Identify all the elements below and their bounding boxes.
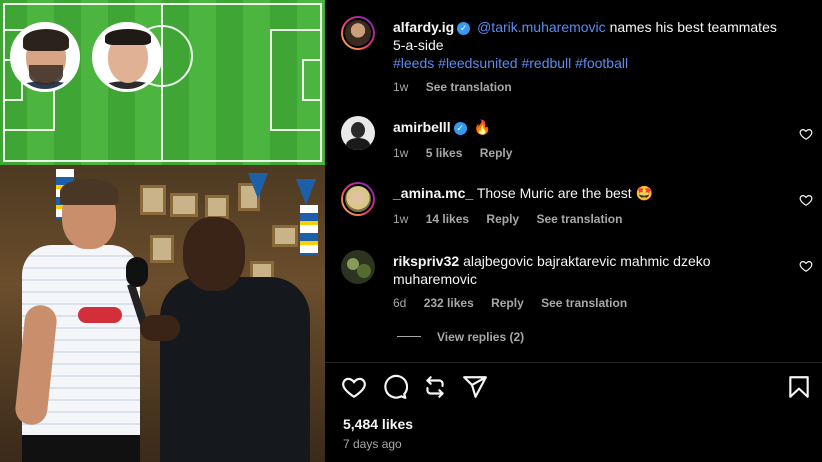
comment-username[interactable]: rikspriv32 bbox=[393, 253, 459, 269]
comment-like-heart-icon[interactable] bbox=[799, 127, 813, 141]
post-date: 7 days ago bbox=[343, 437, 402, 451]
comment-username[interactable]: amirbelll bbox=[393, 119, 451, 135]
comment-icon[interactable] bbox=[382, 374, 408, 400]
see-translation-link[interactable]: See translation bbox=[426, 80, 512, 94]
comment-meta: 6d 232 likes Reply See translation bbox=[393, 296, 641, 310]
reply-button[interactable]: Reply bbox=[486, 212, 519, 226]
bookmark-icon[interactable] bbox=[786, 374, 812, 400]
author-avatar[interactable] bbox=[341, 16, 375, 50]
comment-row: amirbelll ✓ 🔥 bbox=[393, 118, 783, 136]
microphone bbox=[126, 257, 148, 287]
comment-text: Those Muric are the best 🤩 bbox=[476, 185, 653, 201]
hashtag-link[interactable]: #leedsunited bbox=[438, 55, 517, 71]
reply-button[interactable]: Reply bbox=[491, 296, 524, 310]
hashtag-link[interactable]: #football bbox=[575, 55, 628, 71]
hashtag-link[interactable]: #redbull bbox=[521, 55, 571, 71]
comment-username[interactable]: _amina.mc_ bbox=[393, 185, 473, 201]
heart-icon[interactable] bbox=[341, 374, 367, 400]
hashtag-link[interactable]: #leeds bbox=[393, 55, 434, 71]
interview-photo bbox=[0, 165, 325, 462]
comment-meta: 1w 14 likes Reply See translation bbox=[393, 212, 636, 226]
comment-row: _amina.mc_ Those Muric are the best 🤩 bbox=[393, 184, 783, 202]
comment-likes[interactable]: 14 likes bbox=[426, 212, 469, 226]
comment-like-heart-icon[interactable] bbox=[799, 259, 813, 273]
comment-time: 6d bbox=[393, 296, 407, 310]
view-replies-button[interactable]: View replies (2) bbox=[397, 330, 524, 344]
commenter-avatar[interactable] bbox=[341, 182, 375, 216]
post-media[interactable] bbox=[0, 0, 325, 462]
comment-likes[interactable]: 232 likes bbox=[424, 296, 474, 310]
comment-time: 1w bbox=[393, 146, 409, 160]
commenter-avatar[interactable] bbox=[341, 116, 375, 150]
comment-meta: 1w 5 likes Reply bbox=[393, 146, 526, 160]
post-caption: alfardy.ig ✓ @tarik.muharemovic names his… bbox=[393, 18, 793, 72]
player-photo-1 bbox=[10, 22, 80, 92]
author-username[interactable]: alfardy.ig bbox=[393, 19, 454, 35]
see-translation-link[interactable]: See translation bbox=[541, 296, 627, 310]
commenter-avatar[interactable] bbox=[341, 250, 375, 284]
caption-time: 1w bbox=[393, 80, 409, 94]
comment-row: rikspriv32 alajbegovic bajraktarevic mah… bbox=[393, 252, 783, 288]
caption-meta: 1w See translation bbox=[393, 80, 526, 94]
caption-mention[interactable]: @tarik.muharemovic bbox=[477, 19, 606, 35]
replies-line bbox=[397, 336, 421, 337]
actions-divider bbox=[325, 362, 822, 363]
send-icon[interactable] bbox=[462, 374, 488, 400]
verified-badge-icon: ✓ bbox=[457, 22, 471, 35]
see-translation-link[interactable]: See translation bbox=[536, 212, 622, 226]
repost-icon[interactable] bbox=[422, 374, 448, 400]
comment-time: 1w bbox=[393, 212, 409, 226]
view-replies-label: View replies (2) bbox=[437, 330, 525, 344]
comment-likes[interactable]: 5 likes bbox=[426, 146, 463, 160]
verified-badge-icon: ✓ bbox=[453, 122, 467, 135]
likes-count[interactable]: 5,484 likes bbox=[343, 416, 413, 432]
comment-text: 🔥 bbox=[473, 119, 491, 135]
player-photo-2 bbox=[92, 22, 162, 92]
reply-button[interactable]: Reply bbox=[480, 146, 513, 160]
comments-panel: alfardy.ig ✓ @tarik.muharemovic names his… bbox=[325, 0, 822, 462]
football-pitch-graphic bbox=[0, 0, 325, 165]
comment-like-heart-icon[interactable] bbox=[799, 193, 813, 207]
